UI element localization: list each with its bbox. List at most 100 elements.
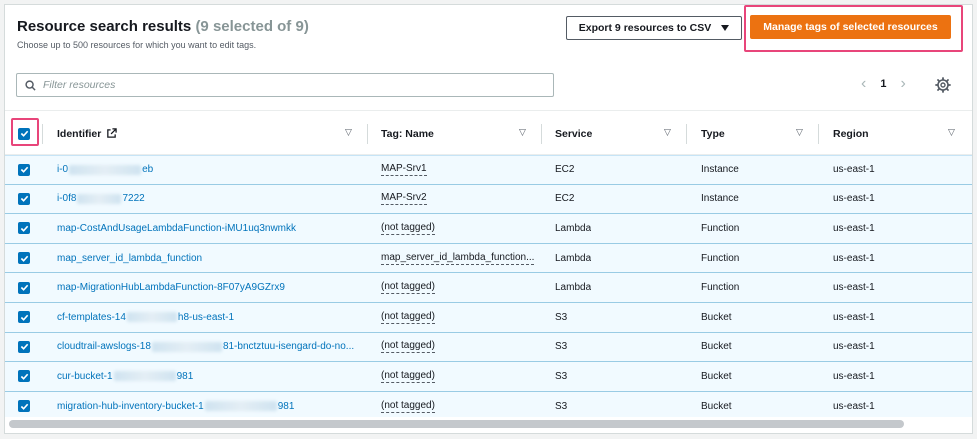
row-select-cell	[18, 273, 30, 302]
table-row[interactable]: map-MigrationHubLambdaFunction-8F07yA9GZ…	[5, 273, 972, 303]
type-cell: Bucket	[701, 341, 732, 353]
checkmark-icon	[20, 403, 28, 410]
column-header-region[interactable]: Region	[833, 111, 869, 156]
tag-name-value[interactable]: (not tagged)	[381, 281, 435, 295]
row-checkbox[interactable]	[18, 222, 30, 235]
tag-name-value[interactable]: (not tagged)	[381, 222, 435, 235]
tag-name-value[interactable]: MAP-Srv2	[381, 192, 427, 206]
table-row[interactable]: i-0f8 7222 MAP-Srv2 EC2 Instance us-east-…	[5, 184, 972, 215]
checkmark-icon	[20, 314, 28, 321]
export-csv-button[interactable]: Export 9 resources to CSV	[566, 16, 742, 40]
resource-identifier-link[interactable]: cloudtrail-awslogs-18 81-bnctztuu-isengar…	[57, 341, 354, 352]
row-checkbox[interactable]	[18, 192, 30, 205]
service-cell: Lambda	[555, 222, 592, 234]
column-header-service[interactable]: Service	[555, 111, 592, 156]
sort-type-icon[interactable]: ▽	[796, 127, 803, 138]
identifier-prefix: i-0f8	[57, 193, 77, 205]
identifier-prefix: cloudtrail-awslogs-18	[57, 341, 151, 353]
row-select-cell	[18, 185, 30, 214]
row-checkbox[interactable]	[18, 400, 30, 413]
sort-tag-name-icon[interactable]: ▽	[519, 127, 526, 138]
column-header-type[interactable]: Type	[701, 111, 725, 156]
resource-identifier-link[interactable]: cf-templates-14 h8-us-east-1	[57, 312, 234, 323]
checkmark-icon	[20, 373, 28, 380]
tag-name-value[interactable]: (not tagged)	[381, 370, 435, 383]
resource-identifier-link[interactable]: migration-hub-inventory-bucket-1 981	[57, 401, 294, 412]
selected-count: (9 selected of 9)	[195, 18, 309, 35]
row-select-cell	[18, 303, 30, 332]
settings-gear-icon[interactable]	[935, 77, 951, 93]
region-cell: us-east-1	[833, 282, 875, 294]
row-checkbox[interactable]	[18, 370, 30, 383]
type-cell: Instance	[701, 164, 739, 176]
tag-name-value[interactable]: (not tagged)	[381, 400, 435, 413]
tag-name-cell: (not tagged)	[381, 303, 541, 332]
caret-down-icon	[721, 25, 730, 31]
sort-service-icon[interactable]: ▽	[664, 127, 671, 138]
identifier-prefix: cf-templates-14	[57, 311, 126, 323]
sort-identifier-icon[interactable]: ▽	[345, 127, 352, 138]
tag-name-value[interactable]: (not tagged)	[381, 311, 435, 324]
page-number[interactable]: 1	[880, 78, 886, 90]
table-row[interactable]: cloudtrail-awslogs-18 81-bnctztuu-isengar…	[5, 332, 972, 363]
checkmark-icon	[20, 167, 28, 174]
service-cell: EC2	[555, 193, 575, 205]
tag-name-value[interactable]: map_server_id_lambda_function...	[381, 252, 535, 265]
row-checkbox[interactable]	[18, 281, 30, 294]
identifier-cell: i-0 eb	[57, 156, 357, 184]
service-cell: Lambda	[555, 282, 592, 294]
identifier-cell: i-0f8 7222	[57, 185, 357, 214]
tag-name-value[interactable]: (not tagged)	[381, 340, 435, 354]
column-divider	[42, 124, 43, 144]
resource-identifier-link[interactable]: cur-bucket-1 981	[57, 371, 193, 382]
identifier-suffix: eb	[142, 164, 154, 176]
region-cell: us-east-1	[833, 252, 875, 264]
resource-search-panel: Resource search results (9 selected of 9…	[4, 4, 973, 434]
checkmark-icon	[20, 130, 28, 137]
resource-identifier-link[interactable]: map-MigrationHubLambdaFunction-8F07yA9GZ…	[57, 282, 285, 293]
table-row[interactable]: i-0 eb MAP-Srv1 EC2 Instance us-east-1	[5, 155, 972, 185]
redacted-blur	[69, 164, 142, 175]
previous-page-icon[interactable]: ‹	[861, 76, 866, 92]
row-checkbox[interactable]	[18, 252, 30, 265]
row-checkbox[interactable]	[18, 340, 30, 353]
manage-tags-button[interactable]: Manage tags of selected resources	[750, 15, 951, 39]
resource-identifier-link[interactable]: i-0f8 7222	[57, 193, 145, 204]
resource-identifier-link[interactable]: map-CostAndUsageLambdaFunction-iMU1uq3nw…	[57, 223, 296, 234]
filter-input[interactable]	[43, 79, 523, 91]
tag-name-cell: (not tagged)	[381, 333, 541, 362]
checkmark-icon	[20, 344, 28, 351]
row-select-cell	[18, 214, 30, 243]
identifier-cell: map-MigrationHubLambdaFunction-8F07yA9GZ…	[57, 273, 357, 302]
filter-field[interactable]	[16, 73, 554, 97]
resource-identifier-link[interactable]: map_server_id_lambda_function	[57, 253, 202, 264]
table-row[interactable]: cf-templates-14 h8-us-east-1 (not tagged)…	[5, 302, 972, 333]
row-checkbox[interactable]	[18, 311, 30, 324]
service-cell: EC2	[555, 164, 575, 176]
select-all-checkbox[interactable]	[18, 127, 30, 140]
tag-name-cell: MAP-Srv1	[381, 156, 541, 184]
column-header-identifier[interactable]: Identifier	[57, 111, 118, 156]
identifier-cell: map_server_id_lambda_function	[57, 244, 357, 273]
tag-name-value[interactable]: MAP-Srv1	[381, 163, 427, 177]
search-icon	[25, 79, 36, 91]
region-cell: us-east-1	[833, 370, 875, 382]
sort-region-icon[interactable]: ▽	[948, 127, 955, 138]
region-cell: us-east-1	[833, 222, 875, 234]
table-row[interactable]: map_server_id_lambda_function map_server…	[5, 243, 972, 274]
resource-identifier-link[interactable]: i-0 eb	[57, 164, 153, 175]
service-cell: Lambda	[555, 252, 592, 264]
identifier-cell: cf-templates-14 h8-us-east-1	[57, 303, 357, 332]
page-title: Resource search results (9 selected of 9…	[17, 18, 309, 35]
table-row[interactable]: map-CostAndUsageLambdaFunction-iMU1uq3nw…	[5, 214, 972, 244]
column-header-tag-name[interactable]: Tag: Name	[381, 111, 434, 156]
table-row[interactable]: cur-bucket-1 981 (not tagged) S3 Bucket u…	[5, 362, 972, 392]
results-subtitle: Choose up to 500 resources for which you…	[17, 40, 257, 50]
next-page-icon[interactable]: ›	[900, 76, 905, 92]
type-cell: Bucket	[701, 370, 732, 382]
row-checkbox[interactable]	[18, 163, 30, 176]
horizontal-scrollbar[interactable]	[9, 420, 904, 428]
region-cell: us-east-1	[833, 311, 875, 323]
identifier-suffix: 7222	[122, 193, 145, 205]
external-link-icon	[107, 128, 118, 138]
